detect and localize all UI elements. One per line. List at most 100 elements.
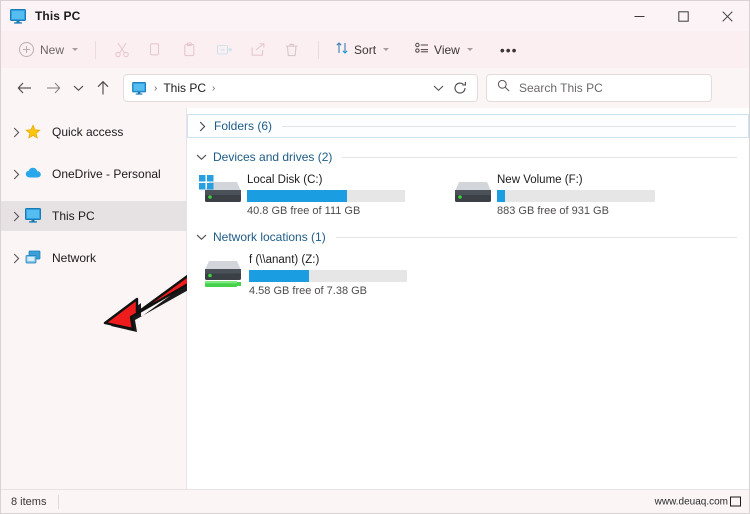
paste-button[interactable]	[173, 36, 207, 63]
chevron-right-icon[interactable]	[7, 211, 25, 222]
drive-name: Local Disk (C:)	[247, 174, 323, 186]
plus-circle-icon	[19, 42, 34, 57]
sidebar-item-network[interactable]: Network	[1, 243, 186, 273]
view-button[interactable]: View	[408, 37, 480, 62]
drive-name: New Volume (F:)	[497, 174, 583, 186]
capacity-bar	[247, 190, 405, 202]
item-count: 8 items	[11, 495, 47, 508]
search-box[interactable]: Search This PC	[486, 74, 712, 102]
network-icon	[25, 250, 43, 266]
chevron-right-icon[interactable]	[196, 121, 208, 132]
chevron-down-icon	[72, 48, 79, 51]
file-explorer-window: This PC New Sort View ••• › This PC › Se…	[0, 0, 750, 514]
drive-capacity-text: 40.8 GB free of 111 GB	[247, 205, 361, 217]
breadcrumb-separator: ›	[154, 82, 158, 94]
new-button[interactable]: New	[13, 38, 86, 61]
group-title: Network locations (1)	[213, 230, 326, 244]
back-button[interactable]	[11, 74, 39, 102]
toolbar-divider-1	[95, 40, 97, 59]
group-header-devices-and-drives[interactable]: Devices and drives (2)	[187, 146, 749, 168]
group-title: Devices and drives (2)	[213, 150, 333, 164]
drive-item-local-disk-c[interactable]: Local Disk (C:) 40.8 GB free of 111 GB	[197, 168, 447, 222]
chevron-down-icon[interactable]	[427, 76, 449, 100]
watermark: www.deuaq.com	[655, 496, 741, 507]
monitor-icon	[730, 496, 741, 507]
chevron-right-icon[interactable]	[7, 253, 25, 264]
address-bar: › This PC › Search This PC	[1, 68, 749, 108]
this-pc-monitor-icon	[10, 8, 27, 24]
toolbar-divider-2	[318, 40, 320, 59]
devices-and-drives-list: Local Disk (C:) 40.8 GB free of 111 GB N…	[187, 168, 749, 222]
sidebar-item-label: Network	[52, 251, 97, 265]
capacity-bar-fill	[249, 270, 310, 282]
content-pane: Folders (6) Devices and drives (2) Local…	[187, 108, 749, 489]
minimize-button[interactable]	[617, 1, 661, 31]
sidebar-item-label: OneDrive - Personal	[52, 167, 161, 181]
chevron-down-icon	[466, 48, 473, 51]
cut-button[interactable]	[105, 36, 139, 63]
drive-info: f (\\anant) (Z:) 4.58 GB free of 7.38 GB	[249, 253, 449, 297]
red-arrow-annotation	[97, 270, 201, 347]
search-input[interactable]: Search This PC	[519, 81, 603, 95]
breadcrumb-this-pc[interactable]: This PC	[163, 81, 206, 95]
close-button[interactable]	[705, 1, 749, 31]
chevron-down-icon	[383, 48, 390, 51]
chevron-right-icon[interactable]	[7, 169, 25, 180]
star-icon	[25, 124, 43, 140]
group-rule	[282, 125, 736, 127]
drive-item-new-volume-f[interactable]: New Volume (F:) 883 GB free of 931 GB	[447, 168, 697, 222]
view-list-icon	[415, 41, 429, 58]
share-button[interactable]	[241, 36, 275, 63]
this-pc-monitor-icon	[132, 81, 147, 95]
navigation-pane: Quick access OneDrive - Personal This PC…	[1, 108, 199, 489]
this-pc-monitor-icon	[25, 208, 43, 224]
capacity-bar	[497, 190, 655, 202]
title-bar: This PC	[1, 1, 749, 31]
copy-button[interactable]	[139, 36, 173, 63]
cloud-icon	[25, 166, 43, 182]
sidebar-item-onedrive[interactable]: OneDrive - Personal	[1, 159, 186, 189]
group-header-network-locations[interactable]: Network locations (1)	[187, 226, 749, 248]
maximize-button[interactable]	[661, 1, 705, 31]
view-label: View	[434, 42, 460, 57]
path-breadcrumb-field[interactable]: › This PC ›	[123, 74, 478, 102]
delete-button[interactable]	[275, 36, 309, 63]
drive-capacity-text: 4.58 GB free of 7.38 GB	[249, 285, 368, 297]
group-title: Folders (6)	[214, 119, 273, 133]
sort-label: Sort	[354, 42, 377, 57]
new-button-label: New	[40, 42, 65, 57]
capacity-bar-fill	[247, 190, 347, 202]
up-button[interactable]	[89, 74, 117, 102]
sort-button[interactable]: Sort	[328, 37, 396, 62]
drive-item-network-z[interactable]: f (\\anant) (Z:) 4.58 GB free of 7.38 GB	[199, 248, 449, 302]
search-icon	[497, 79, 510, 97]
sidebar-item-this-pc[interactable]: This PC	[1, 201, 186, 231]
window-controls	[617, 1, 749, 31]
recent-locations-button[interactable]	[67, 74, 89, 102]
chevron-down-icon[interactable]	[195, 233, 207, 241]
sidebar-item-quick-access[interactable]: Quick access	[1, 117, 186, 147]
drive-info: New Volume (F:) 883 GB free of 931 GB	[497, 173, 697, 217]
forward-button[interactable]	[39, 74, 67, 102]
capacity-bar	[249, 270, 407, 282]
sidebar-item-label: This PC	[52, 209, 95, 223]
capacity-bar-fill	[497, 190, 505, 202]
refresh-icon[interactable]	[449, 76, 471, 100]
group-header-folders[interactable]: Folders (6)	[187, 114, 749, 138]
rename-button[interactable]	[207, 36, 241, 63]
hard-drive-icon	[447, 173, 493, 211]
explorer-body: Quick access OneDrive - Personal This PC…	[1, 108, 749, 489]
group-rule	[335, 236, 737, 238]
window-title: This PC	[35, 9, 81, 23]
drive-name: f (\\anant) (Z:)	[249, 254, 320, 266]
sidebar-item-label: Quick access	[52, 125, 124, 139]
status-bar: 8 items www.deuaq.com	[1, 489, 749, 513]
command-toolbar: New Sort View •••	[1, 31, 749, 68]
network-locations-list: f (\\anant) (Z:) 4.58 GB free of 7.38 GB	[187, 248, 749, 302]
more-options-button[interactable]: •••	[490, 41, 528, 59]
chevron-down-icon[interactable]	[195, 153, 207, 161]
breadcrumb-separator: ›	[212, 82, 216, 94]
watermark-text: www.deuaq.com	[654, 496, 728, 507]
chevron-right-icon[interactable]	[7, 127, 25, 138]
drive-capacity-text: 883 GB free of 931 GB	[497, 205, 609, 217]
